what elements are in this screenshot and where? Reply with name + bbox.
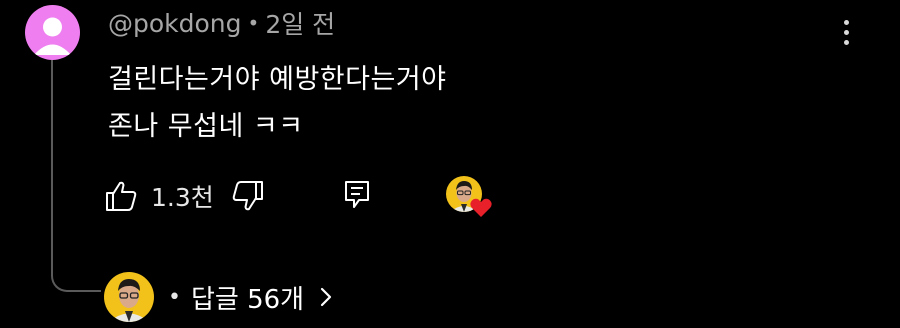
commenter-avatar[interactable] bbox=[25, 5, 80, 60]
comment-text-line: 걸린다는거야 예방한다는거야 bbox=[108, 64, 447, 95]
reply-avatar bbox=[104, 272, 154, 322]
creator-heart-badge bbox=[446, 176, 494, 220]
thumb-down-icon bbox=[232, 181, 263, 211]
vertical-dots-icon-dot bbox=[843, 29, 849, 35]
comment-time: 2일 전 bbox=[265, 10, 336, 39]
view-replies-button[interactable]: • 답글 56개 bbox=[104, 272, 334, 322]
default-profile-icon bbox=[25, 5, 80, 60]
comment-meta: @pokdong • 2일 전 bbox=[108, 6, 335, 40]
vertical-dots-icon-dot bbox=[843, 39, 849, 45]
thumb-up-icon bbox=[106, 181, 137, 211]
reply-thread-line bbox=[51, 60, 101, 292]
chevron-right-icon bbox=[318, 285, 334, 309]
more-options-button[interactable] bbox=[832, 12, 860, 52]
reply-button[interactable] bbox=[342, 178, 372, 214]
replies-bullet: • bbox=[168, 284, 181, 310]
heart-icon bbox=[470, 198, 492, 217]
like-button[interactable] bbox=[104, 178, 138, 214]
replies-count-label: 답글 56개 bbox=[190, 284, 305, 315]
dislike-button[interactable] bbox=[231, 178, 265, 214]
like-count: 1.3천 bbox=[151, 183, 214, 212]
comment-text-line: 존나 무섭네 ㅋㅋ bbox=[108, 111, 304, 142]
commenter-handle[interactable]: @pokdong bbox=[108, 9, 242, 38]
vertical-dots-icon bbox=[843, 19, 849, 25]
reply-avatar-image bbox=[104, 272, 154, 322]
meta-separator: • bbox=[247, 11, 260, 35]
reply-icon bbox=[345, 181, 369, 208]
